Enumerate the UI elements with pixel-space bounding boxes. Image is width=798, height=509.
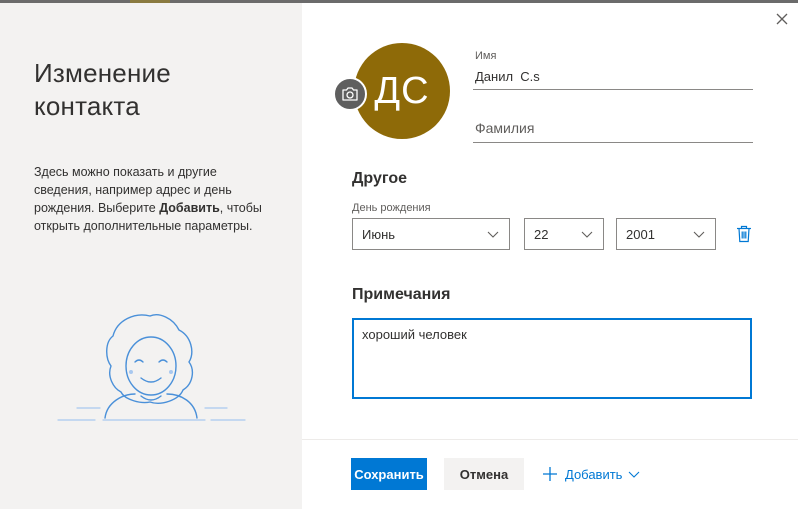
person-illustration — [57, 314, 246, 421]
info-panel: Изменение контакта Здесь можно показать … — [0, 3, 302, 509]
change-photo-button[interactable] — [333, 77, 367, 111]
add-button-label: Добавить — [565, 466, 623, 482]
chevron-down-icon — [581, 231, 593, 238]
plus-icon — [543, 467, 557, 481]
save-button[interactable]: Сохранить — [351, 458, 427, 490]
info-description: Здесь можно показать и другие сведения, … — [34, 163, 274, 235]
info-description-add-keyword: Добавить — [159, 201, 220, 215]
trash-icon[interactable] — [736, 225, 752, 243]
page-title-line-1: Изменение — [34, 58, 171, 88]
cancel-button[interactable]: Отмена — [444, 458, 524, 490]
last-name-field[interactable] — [473, 115, 753, 143]
birthday-day-value: 22 — [534, 226, 549, 242]
birthday-month-value: Июнь — [362, 226, 396, 242]
first-name-field[interactable] — [473, 64, 753, 90]
page-title-line-2: контакта — [34, 91, 140, 121]
edit-form: ДС Имя Другое День рождения Июнь 22 2001… — [302, 3, 798, 509]
birthday-year-select[interactable]: 2001 — [616, 218, 716, 250]
notes-textarea[interactable]: хороший человек — [352, 318, 752, 399]
add-button[interactable]: Добавить — [542, 458, 640, 490]
birthday-day-select[interactable]: 22 — [524, 218, 604, 250]
chevron-down-icon — [629, 471, 640, 478]
footer-divider — [302, 439, 798, 440]
first-name-label: Имя — [475, 50, 497, 62]
birthday-month-select[interactable]: Июнь — [352, 218, 510, 250]
chevron-down-icon — [693, 231, 705, 238]
notes-section-title: Примечания — [352, 286, 451, 303]
birthday-year-value: 2001 — [626, 226, 655, 242]
birthday-label: День рождения — [352, 202, 431, 214]
page-title: Изменение контакта — [34, 57, 171, 123]
chevron-down-icon — [487, 231, 499, 238]
close-icon[interactable] — [774, 11, 790, 27]
avatar-container: ДС — [333, 43, 450, 143]
camera-icon — [342, 87, 358, 101]
other-section-title: Другое — [352, 170, 407, 187]
avatar[interactable]: ДС — [354, 43, 450, 139]
